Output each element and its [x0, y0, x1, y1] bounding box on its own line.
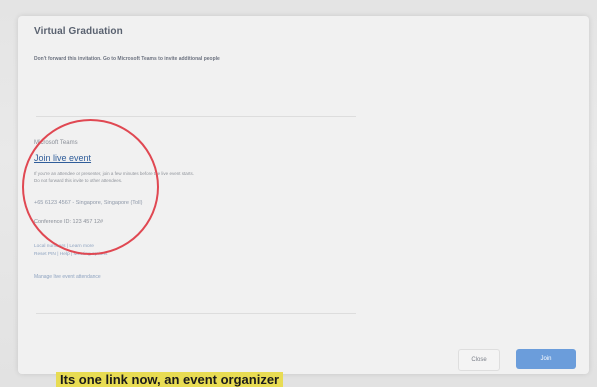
join-button[interactable]: Join — [516, 349, 576, 369]
highlight-circle-annotation — [22, 119, 159, 255]
divider-bottom — [36, 313, 356, 314]
close-button[interactable]: Close — [458, 349, 500, 371]
event-dialog: Virtual Graduation Don't forward this in… — [18, 16, 589, 374]
screenshot-frame: Virtual Graduation Don't forward this in… — [0, 0, 597, 387]
manage-attendance-link[interactable]: Manage live event attendance — [34, 274, 101, 280]
dialog-subtitle: Don't forward this invitation. Go to Mic… — [34, 56, 220, 62]
dialog-title: Virtual Graduation — [34, 26, 123, 37]
video-caption: Its one link now, an event organizer — [56, 372, 284, 387]
divider-top — [36, 116, 356, 117]
